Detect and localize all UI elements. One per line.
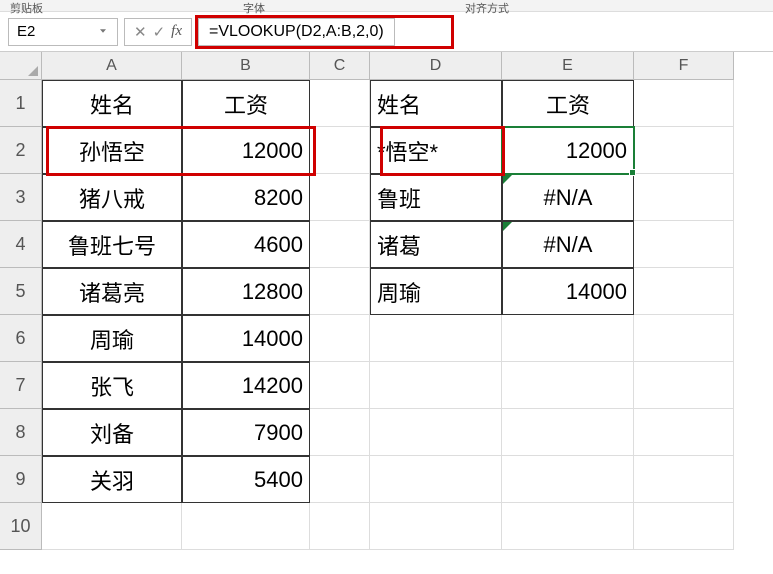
cell-A10[interactable] xyxy=(42,503,182,550)
cell-E1[interactable]: 工资 xyxy=(502,80,634,127)
row-header-3[interactable]: 3 xyxy=(0,174,42,221)
error-indicator-icon[interactable] xyxy=(503,222,512,231)
fill-handle[interactable] xyxy=(629,169,636,176)
fx-icon[interactable]: fx xyxy=(171,23,182,40)
cell-E2[interactable]: 12000 xyxy=(502,127,634,174)
enter-icon[interactable]: ✓ xyxy=(153,23,166,41)
cell-C5[interactable] xyxy=(310,268,370,315)
column-header-C[interactable]: C xyxy=(310,52,370,80)
cell-F2[interactable] xyxy=(634,127,734,174)
cell-A3[interactable]: 猪八戒 xyxy=(42,174,182,221)
cell-E3[interactable]: #N/A xyxy=(502,174,634,221)
row-header-8[interactable]: 8 xyxy=(0,409,42,456)
column-header-A[interactable]: A xyxy=(42,52,182,80)
row-header-7[interactable]: 7 xyxy=(0,362,42,409)
cell-E10[interactable] xyxy=(502,503,634,550)
cell-A5[interactable]: 诸葛亮 xyxy=(42,268,182,315)
cell-C1[interactable] xyxy=(310,80,370,127)
row-header-9[interactable]: 9 xyxy=(0,456,42,503)
column-header-D[interactable]: D xyxy=(370,52,502,80)
cell-D3[interactable]: 鲁班 xyxy=(370,174,502,221)
row-header-1[interactable]: 1 xyxy=(0,80,42,127)
row-header-10[interactable]: 10 xyxy=(0,503,42,550)
formula-buttons: ✕ ✓ fx xyxy=(124,18,192,46)
column-header-F[interactable]: F xyxy=(634,52,734,80)
cell-D1[interactable]: 姓名 xyxy=(370,80,502,127)
error-indicator-icon[interactable] xyxy=(503,175,512,184)
cell-C9[interactable] xyxy=(310,456,370,503)
cell-E5[interactable]: 14000 xyxy=(502,268,634,315)
cell-E9[interactable] xyxy=(502,456,634,503)
cell-E8[interactable] xyxy=(502,409,634,456)
cell-D2[interactable]: *悟空* xyxy=(370,127,502,174)
cell-A6[interactable]: 周瑜 xyxy=(42,315,182,362)
chevron-down-icon[interactable] xyxy=(97,24,109,40)
cell-F5[interactable] xyxy=(634,268,734,315)
name-box[interactable]: E2 xyxy=(8,18,118,46)
cell-B1[interactable]: 工资 xyxy=(182,80,310,127)
column-header-E[interactable]: E xyxy=(502,52,634,80)
cell-D9[interactable] xyxy=(370,456,502,503)
cell-A1[interactable]: 姓名 xyxy=(42,80,182,127)
select-all-corner[interactable] xyxy=(0,52,42,80)
cell-C2[interactable] xyxy=(310,127,370,174)
row-header-5[interactable]: 5 xyxy=(0,268,42,315)
column-header-B[interactable]: B xyxy=(182,52,310,80)
cell-B7[interactable]: 14200 xyxy=(182,362,310,409)
row-header-4[interactable]: 4 xyxy=(0,221,42,268)
row-header-2[interactable]: 2 xyxy=(0,127,42,174)
cell-F9[interactable] xyxy=(634,456,734,503)
cell-D7[interactable] xyxy=(370,362,502,409)
ribbon-group-align: 对齐方式 xyxy=(465,0,509,11)
cell-E4[interactable]: #N/A xyxy=(502,221,634,268)
spreadsheet: ABCDEF 1姓名工资姓名工资2孙悟空12000*悟空*120003猪八戒82… xyxy=(0,52,773,550)
cell-A7[interactable]: 张飞 xyxy=(42,362,182,409)
row-header-6[interactable]: 6 xyxy=(0,315,42,362)
cell-B4[interactable]: 4600 xyxy=(182,221,310,268)
cell-C4[interactable] xyxy=(310,221,370,268)
cell-B6[interactable]: 14000 xyxy=(182,315,310,362)
cell-B5[interactable]: 12800 xyxy=(182,268,310,315)
cell-C10[interactable] xyxy=(310,503,370,550)
ribbon-group-font: 字体 xyxy=(243,0,265,11)
cell-D4[interactable]: 诸葛 xyxy=(370,221,502,268)
cell-C8[interactable] xyxy=(310,409,370,456)
cell-B8[interactable]: 7900 xyxy=(182,409,310,456)
formula-input[interactable]: =VLOOKUP(D2,A:B,2,0) xyxy=(198,18,395,46)
cell-E6[interactable] xyxy=(502,315,634,362)
cell-D5[interactable]: 周瑜 xyxy=(370,268,502,315)
cell-F1[interactable] xyxy=(634,80,734,127)
cell-B9[interactable]: 5400 xyxy=(182,456,310,503)
cell-B2[interactable]: 12000 xyxy=(182,127,310,174)
cell-A2[interactable]: 孙悟空 xyxy=(42,127,182,174)
formula-bar: E2 ✕ ✓ fx =VLOOKUP(D2,A:B,2,0) xyxy=(0,12,773,52)
cell-A9[interactable]: 关羽 xyxy=(42,456,182,503)
cell-F4[interactable] xyxy=(634,221,734,268)
cell-B10[interactable] xyxy=(182,503,310,550)
cell-C7[interactable] xyxy=(310,362,370,409)
cell-F10[interactable] xyxy=(634,503,734,550)
cell-D8[interactable] xyxy=(370,409,502,456)
cell-D6[interactable] xyxy=(370,315,502,362)
ribbon-group-labels: 剪贴板 字体 对齐方式 xyxy=(0,0,773,12)
cancel-icon[interactable]: ✕ xyxy=(134,23,147,41)
name-box-value: E2 xyxy=(17,23,35,40)
cell-F3[interactable] xyxy=(634,174,734,221)
formula-text: =VLOOKUP(D2,A:B,2,0) xyxy=(209,23,384,41)
cell-F8[interactable] xyxy=(634,409,734,456)
cell-F6[interactable] xyxy=(634,315,734,362)
ribbon-group-clipboard: 剪贴板 xyxy=(10,0,43,11)
cell-F7[interactable] xyxy=(634,362,734,409)
cell-B3[interactable]: 8200 xyxy=(182,174,310,221)
cell-A8[interactable]: 刘备 xyxy=(42,409,182,456)
cell-C6[interactable] xyxy=(310,315,370,362)
cell-D10[interactable] xyxy=(370,503,502,550)
cell-A4[interactable]: 鲁班七号 xyxy=(42,221,182,268)
cell-E7[interactable] xyxy=(502,362,634,409)
cell-C3[interactable] xyxy=(310,174,370,221)
